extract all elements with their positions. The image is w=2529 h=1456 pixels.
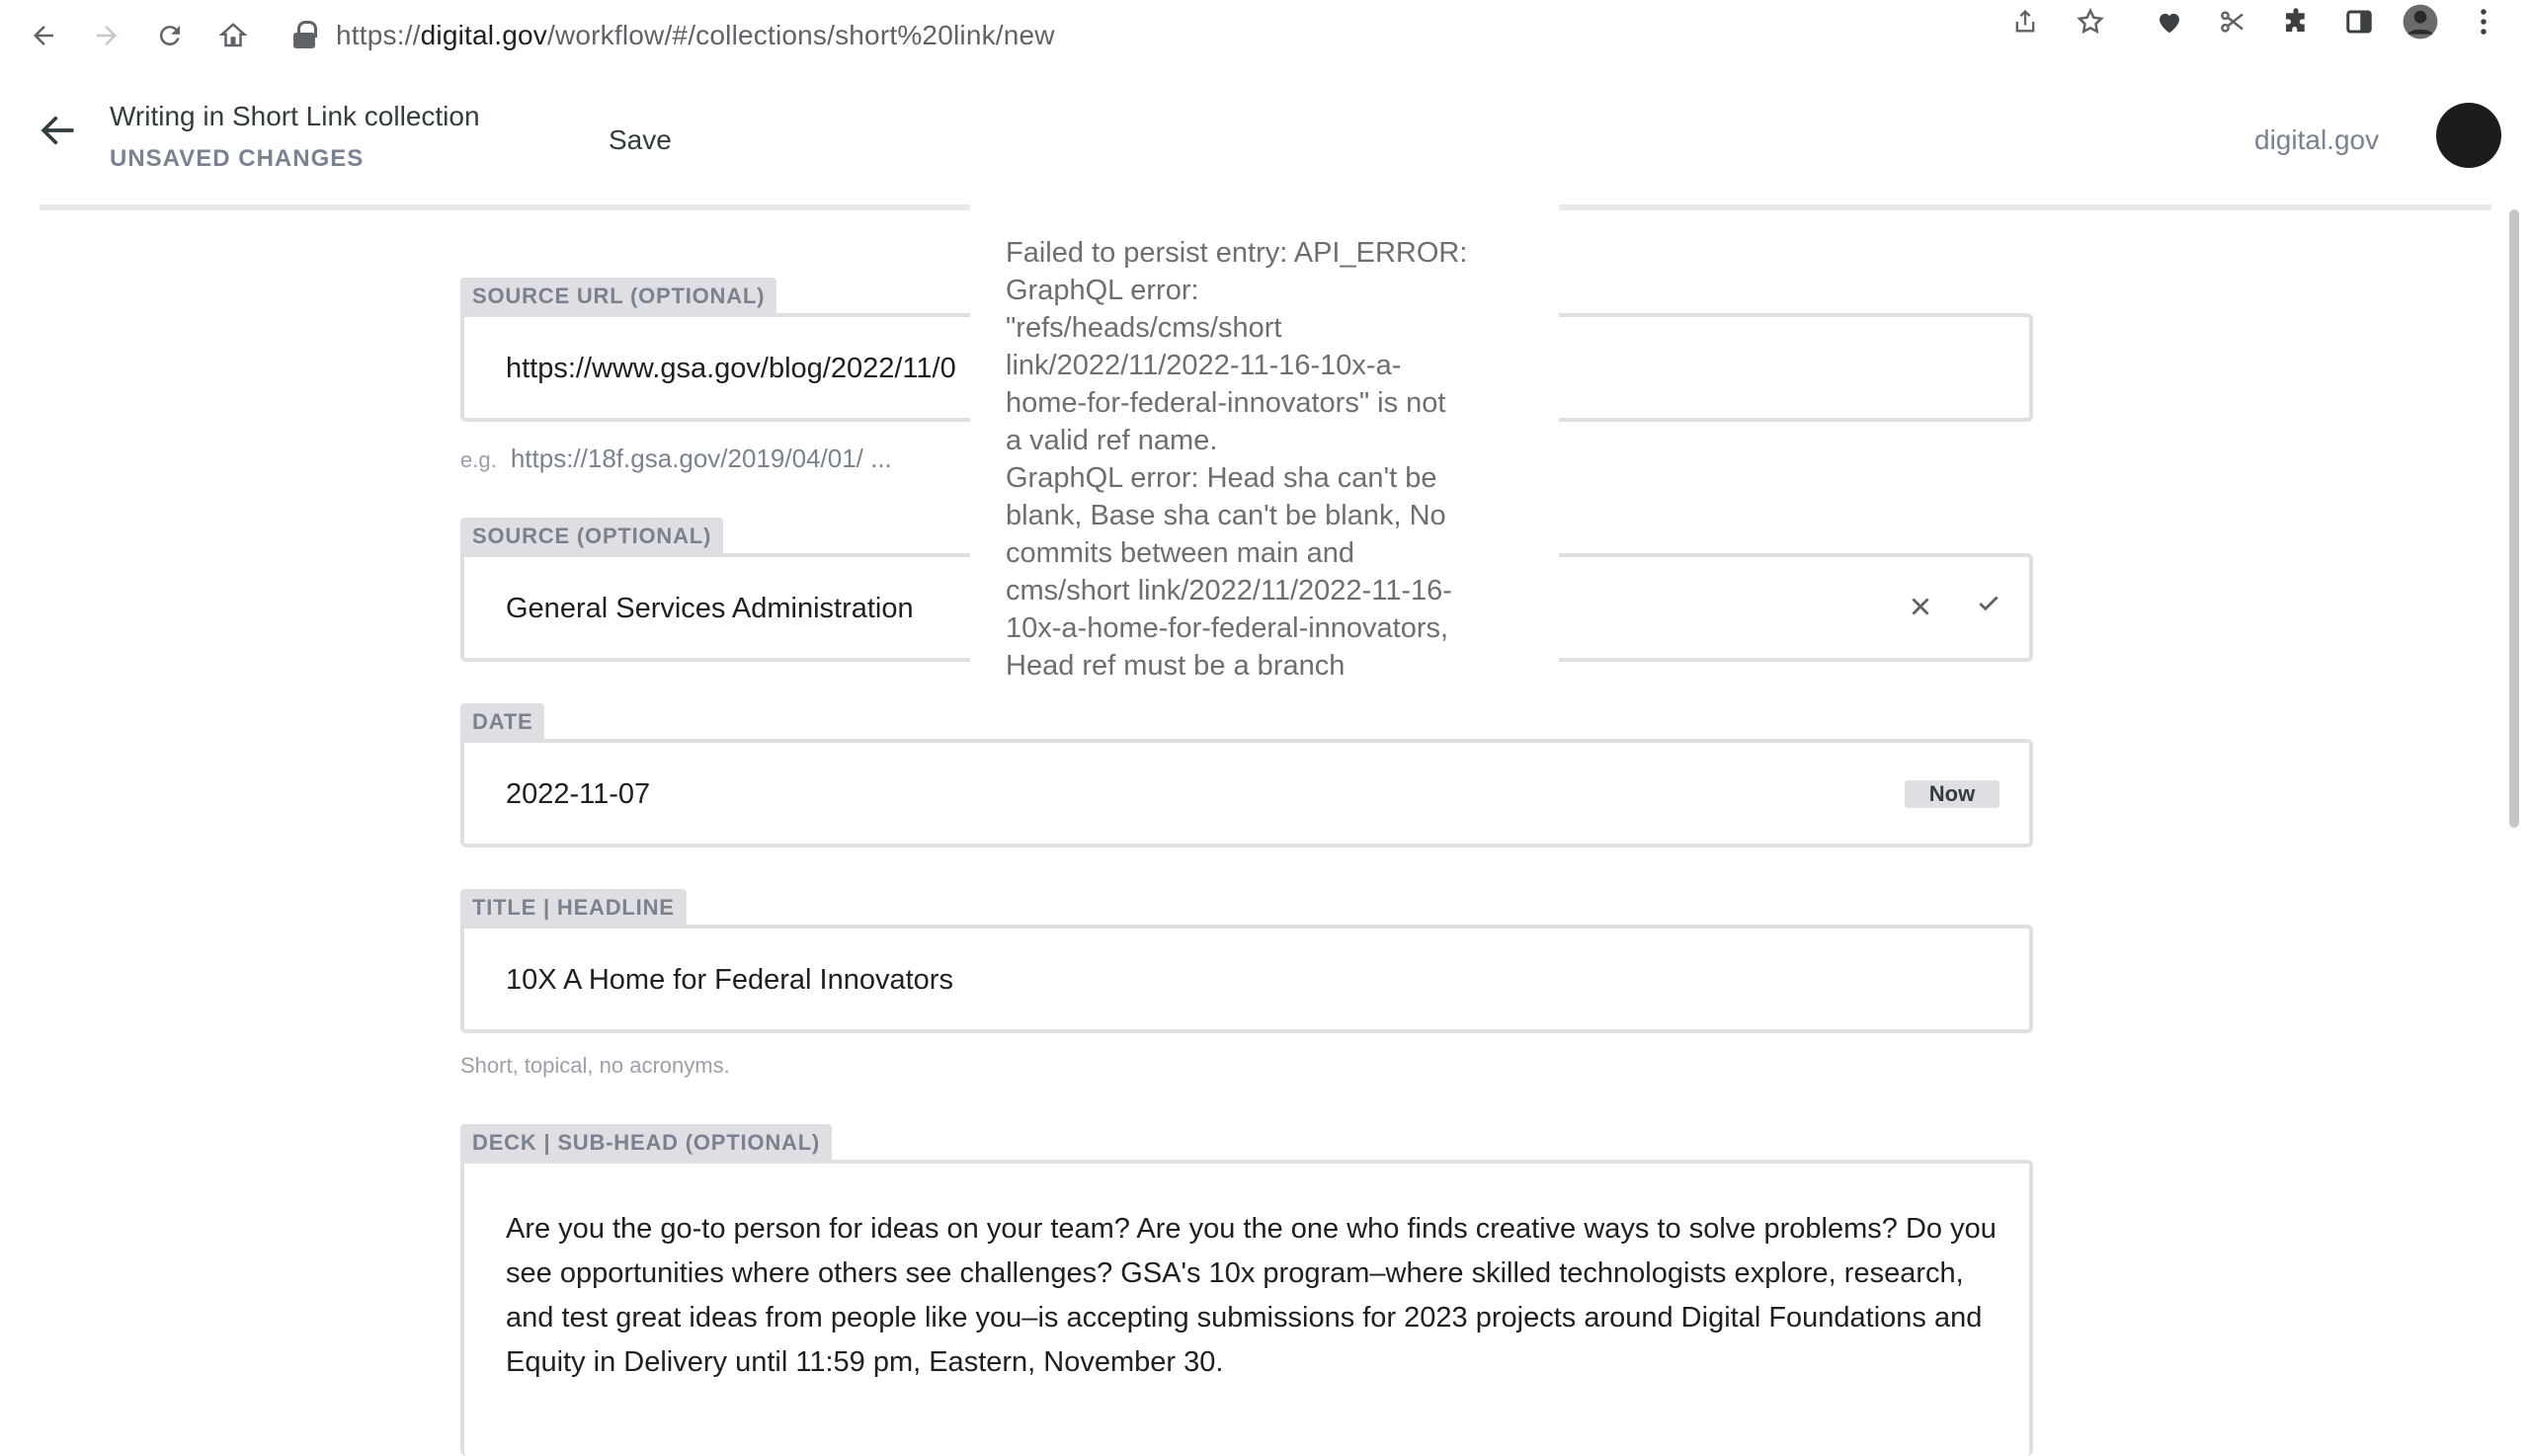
extension-heart-icon[interactable]: [2148, 0, 2191, 43]
deck-textarea[interactable]: Are you the go-to person for ideas on yo…: [460, 1160, 2033, 1456]
back-arrow-icon[interactable]: [36, 109, 83, 152]
editor-header: Writing in Short Link collection UNSAVED…: [0, 71, 2529, 200]
forward-icon[interactable]: [85, 14, 128, 57]
address-bar[interactable]: https://digital.gov/workflow/#/collectio…: [292, 14, 1055, 57]
scrollbar-thumb[interactable]: [2509, 209, 2519, 828]
reload-icon[interactable]: [148, 14, 192, 57]
unsaved-status: UNSAVED CHANGES: [110, 145, 365, 172]
date-value: 2022-11-07: [506, 778, 651, 810]
scissors-icon[interactable]: [2211, 0, 2254, 43]
source-url-hint: e.g. https://18f.gsa.gov/2019/04/01/ ...: [460, 444, 892, 474]
home-icon[interactable]: [211, 14, 255, 57]
date-field: DATE 2022-11-07 Now: [460, 703, 2033, 851]
error-line: 10x-a-home-for-federal-innovators,: [1006, 612, 1449, 644]
error-line: Failed to persist entry: API_ERROR:: [1006, 237, 1468, 269]
error-line: link/2022/11/2022-11-16-10x-a-: [1006, 350, 1402, 381]
error-line: blank, Base sha can't be blank, No: [1006, 500, 1446, 531]
lock-icon: [292, 21, 318, 50]
error-line: cms/short link/2022/11/2022-11-16-: [1006, 575, 1452, 607]
now-button[interactable]: Now: [1905, 780, 1999, 808]
save-button[interactable]: Save: [609, 124, 672, 156]
menu-dots-icon[interactable]: [2462, 0, 2505, 43]
deck-label: DECK | SUB-HEAD (OPTIONAL): [460, 1124, 833, 1162]
error-line: "refs/heads/cms/short: [1006, 312, 1282, 344]
date-label: DATE: [460, 703, 545, 741]
deck-field: DECK | SUB-HEAD (OPTIONAL) Are you the g…: [460, 1124, 2033, 1456]
title-field: TITLE | HEADLINE 10X A Home for Federal …: [460, 889, 2033, 1087]
avatar[interactable]: [2436, 103, 2501, 168]
source-label: SOURCE (OPTIONAL): [460, 518, 724, 555]
puzzle-icon[interactable]: [2274, 0, 2318, 43]
title-hint: Short, topical, no acronyms.: [460, 1053, 730, 1078]
bookmark-star-icon[interactable]: [2069, 0, 2112, 43]
title-label: TITLE | HEADLINE: [460, 889, 687, 927]
title-value: 10X A Home for Federal Innovators: [506, 964, 953, 996]
url-scheme: https://: [336, 20, 421, 50]
error-line: GraphQL error:: [1006, 275, 1199, 306]
site-link[interactable]: digital.gov: [2254, 124, 2379, 156]
deck-value: Are you the go-to person for ideas on yo…: [506, 1213, 1997, 1378]
clear-icon[interactable]: [1903, 591, 1938, 626]
title-input[interactable]: 10X A Home for Federal Innovators: [460, 925, 2033, 1033]
check-icon[interactable]: [1976, 591, 2011, 626]
share-icon[interactable]: [2003, 0, 2047, 43]
date-input[interactable]: 2022-11-07 Now: [460, 739, 2033, 848]
source-url-hint-prefix: e.g.: [460, 447, 497, 472]
url-text[interactable]: https://digital.gov/workflow/#/collectio…: [336, 20, 1055, 51]
collection-title: Writing in Short Link collection: [110, 101, 480, 131]
source-url-hint-example: https://18f.gsa.gov/2019/04/01/ ...: [510, 444, 892, 473]
error-notification: Failed to persist entry: API_ERROR: Grap…: [970, 204, 1559, 690]
url-path: /workflow/#/collections/short%20link/new: [546, 20, 1055, 50]
error-line: Head ref must be a branch: [1006, 650, 1346, 682]
error-line: a valid ref name.: [1006, 425, 1218, 456]
browser-toolbar: https://digital.gov/workflow/#/collectio…: [0, 0, 2529, 71]
source-url-label: SOURCE URL (OPTIONAL): [460, 278, 777, 315]
side-panel-icon[interactable]: [2337, 0, 2381, 43]
url-host: digital.gov: [420, 20, 547, 50]
source-value: General Services Administration: [506, 593, 914, 624]
back-icon[interactable]: [22, 14, 65, 57]
profile-icon[interactable]: [2399, 0, 2442, 43]
error-line: home-for-federal-innovators" is not: [1006, 387, 1446, 419]
error-line: commits between main and: [1006, 537, 1354, 569]
error-line: GraphQL error: Head sha can't be: [1006, 462, 1437, 494]
